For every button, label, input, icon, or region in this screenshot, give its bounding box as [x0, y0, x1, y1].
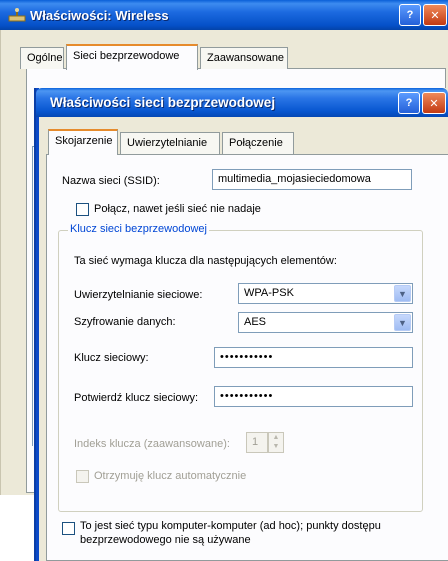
auto-key-label: Otrzymuję klucz automatycznie	[94, 470, 247, 482]
question-icon: ?	[405, 97, 413, 109]
back-help-button[interactable]: ?	[399, 4, 421, 26]
key-index-label: Indeks klucza (zaawansowane):	[74, 438, 230, 450]
chevron-down-icon[interactable]: ▼	[394, 285, 411, 302]
auth-label: Uwierzytelnianie sieciowe:	[74, 289, 203, 301]
network-key-label: Klucz sieciowy:	[74, 352, 149, 364]
ssid-input[interactable]: multimedia_mojasieciedomowa	[212, 169, 412, 190]
auth-select-value: WPA-PSK	[244, 287, 294, 299]
chevron-up-icon[interactable]: ▲	[269, 433, 283, 442]
dialog-title: Właściwości sieci bezprzewodowej	[50, 95, 276, 110]
encryption-select[interactable]: AES ▼	[238, 312, 413, 333]
question-icon: ?	[406, 9, 414, 21]
auth-select[interactable]: WPA-PSK ▼	[238, 283, 413, 304]
key-requirement-text: Ta sieć wymaga klucza dla następujących …	[74, 255, 337, 267]
close-icon: ✕	[430, 9, 440, 22]
wireless-key-legend: Klucz sieci bezprzewodowej	[68, 223, 209, 235]
connect-hidden-label: Połącz, nawet jeśli sieć nie nadaje	[94, 203, 261, 215]
back-tab-wireless[interactable]: Sieci bezprzewodowe	[66, 44, 198, 70]
key-index-input[interactable]: 1	[246, 432, 268, 453]
chevron-down-icon[interactable]: ▼	[394, 314, 411, 331]
confirm-key-input[interactable]: •••••••••••	[214, 386, 413, 407]
auto-key-checkbox[interactable]	[76, 470, 89, 483]
network-icon	[8, 8, 26, 22]
adhoc-checkbox[interactable]	[62, 522, 75, 535]
key-index-spinner[interactable]: ▲ ▼	[268, 432, 284, 453]
help-button[interactable]: ?	[398, 92, 420, 114]
back-tab-advanced[interactable]: Zaawansowane	[200, 47, 288, 69]
adhoc-label-line1: To jest sieć typu komputer-komputer (ad …	[80, 520, 381, 532]
confirm-key-label: Potwierdź klucz sieciowy:	[74, 392, 199, 404]
tab-association[interactable]: Skojarzenie	[48, 129, 118, 155]
chevron-down-icon[interactable]: ▼	[269, 442, 283, 451]
back-window-title: Właściwości: Wireless	[30, 8, 169, 23]
network-key-input[interactable]: •••••••••••	[214, 347, 413, 368]
back-close-button[interactable]: ✕	[423, 4, 447, 26]
tab-connection[interactable]: Połączenie	[222, 132, 294, 154]
connect-hidden-checkbox[interactable]	[76, 203, 89, 216]
close-button[interactable]: ✕	[422, 92, 446, 114]
encryption-select-value: AES	[244, 316, 267, 328]
tab-authentication[interactable]: Uwierzytelnianie	[120, 132, 220, 154]
encryption-label: Szyfrowanie danych:	[74, 316, 176, 328]
ssid-label: Nazwa sieci (SSID):	[62, 175, 160, 187]
adhoc-label-line2: bezprzewodowego nie są używane	[80, 534, 251, 546]
close-icon: ✕	[429, 97, 439, 110]
back-tab-general[interactable]: Ogólne	[20, 47, 64, 69]
